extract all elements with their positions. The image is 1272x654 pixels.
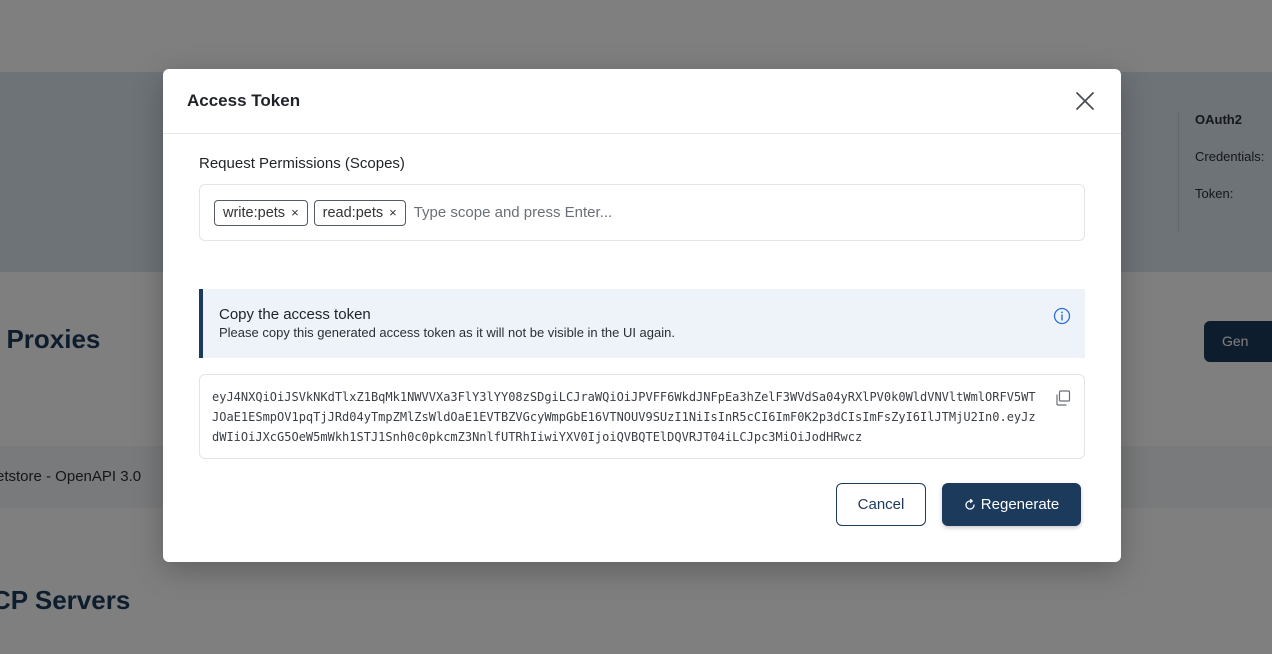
remove-scope-icon[interactable]: ×: [389, 205, 397, 220]
copy-token-alert: Copy the access token Please copy this g…: [199, 289, 1085, 358]
info-icon: [1053, 307, 1071, 325]
close-button[interactable]: [1073, 89, 1097, 113]
scope-tag-input[interactable]: write:pets × read:pets ×: [199, 184, 1085, 241]
alert-title: Copy the access token: [219, 306, 371, 323]
scope-chip-label: write:pets: [223, 204, 286, 221]
scope-chip: write:pets ×: [214, 199, 308, 226]
access-token-modal: Access Token Request Permissions (Scopes…: [163, 69, 1121, 562]
regenerate-button[interactable]: Regenerate: [942, 483, 1081, 526]
copy-icon[interactable]: [1054, 389, 1072, 407]
scopes-label: Request Permissions (Scopes): [199, 155, 405, 172]
scope-input[interactable]: [413, 204, 714, 221]
token-display[interactable]: eyJ4NXQiOiJSVkNKdTlxZ1BqMk1NWVVXa3FlY3lY…: [199, 374, 1085, 459]
remove-scope-icon[interactable]: ×: [291, 205, 299, 220]
alert-description: Please copy this generated access token …: [219, 325, 675, 340]
refresh-icon: [965, 498, 975, 510]
access-token-value[interactable]: eyJ4NXQiOiJSVkNKdTlxZ1BqMk1NWVVXa3FlY3lY…: [212, 387, 1042, 447]
scope-chip: read:pets ×: [313, 199, 406, 226]
modal-title: Access Token: [187, 91, 301, 110]
close-icon: [1076, 92, 1094, 110]
modal-header: Access Token: [163, 69, 1121, 134]
scope-chip-label: read:pets: [322, 204, 384, 221]
cancel-button[interactable]: Cancel: [836, 483, 926, 526]
regenerate-label: Regenerate: [980, 496, 1060, 513]
